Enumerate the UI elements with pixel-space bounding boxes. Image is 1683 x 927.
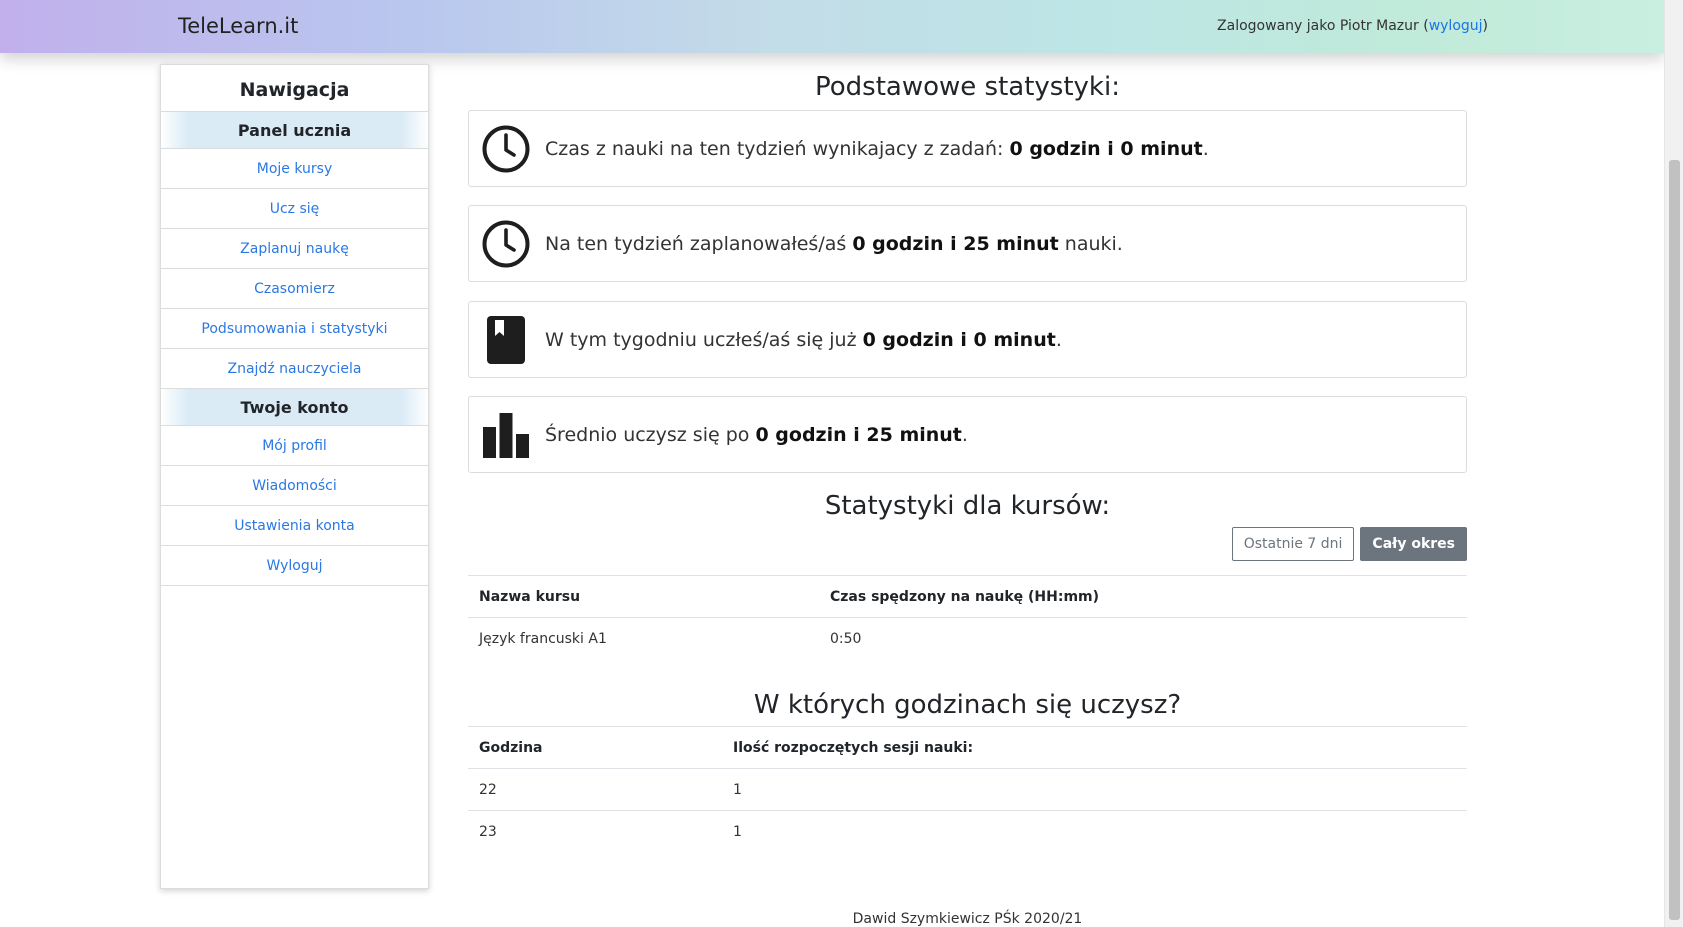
stat-text: Średnio uczysz się po 0 godzin i 25 minu… bbox=[545, 424, 968, 446]
stat-card-weekly-planned-time: Na ten tydzień zaplanowałeś/aś 0 godzin … bbox=[468, 205, 1467, 282]
stat-text-prefix: W tym tygodniu uczłeś/aś się już bbox=[545, 329, 863, 351]
stat-value: 0 godzin i 25 minut bbox=[755, 424, 962, 446]
stat-card-average-time: Średnio uczysz się po 0 godzin i 25 minu… bbox=[468, 396, 1467, 473]
bar-chart-icon bbox=[483, 413, 529, 458]
sidebar-section-account: Twoje konto bbox=[161, 389, 428, 426]
sidebar-item-find-teacher[interactable]: Znajdź nauczyciela bbox=[161, 349, 428, 389]
sidebar-item-my-profile[interactable]: Mój profil bbox=[161, 426, 428, 466]
sidebar-section-student: Panel ucznia bbox=[161, 112, 428, 149]
table-row: 23 1 bbox=[468, 811, 1467, 853]
stat-text: W tym tygodniu uczłeś/aś się już 0 godzi… bbox=[545, 329, 1062, 351]
table-cell: 23 bbox=[479, 823, 497, 840]
table-cell: Język francuski A1 bbox=[479, 630, 607, 647]
sidebar-item-my-courses[interactable]: Moje kursy bbox=[161, 149, 428, 189]
stat-value: 0 godzin i 0 minut bbox=[862, 329, 1056, 351]
basic-stats-heading: Podstawowe statystyki: bbox=[815, 72, 1120, 102]
sidebar-item-messages[interactable]: Wiadomości bbox=[161, 466, 428, 506]
footer-text: Dawid Szymkiewicz PŚk 2020/21 bbox=[852, 911, 1083, 927]
clock-icon bbox=[482, 125, 530, 173]
table-cell: 1 bbox=[722, 768, 1467, 811]
sidebar-item-summaries-stats[interactable]: Podsumowania i statystyki bbox=[161, 309, 428, 349]
table-row: Język francuski A1 0:50 bbox=[468, 618, 1467, 660]
stat-card-weekly-learned-time: W tym tygodniu uczłeś/aś się już 0 godzi… bbox=[468, 301, 1467, 378]
logout-link[interactable]: wyloguj bbox=[1429, 18, 1483, 34]
logged-in-info: Zalogowany jako Piotr Mazur (wyloguj) bbox=[1217, 18, 1488, 34]
column-header: Czas spędzony na naukę (HH:mm) bbox=[819, 575, 1467, 618]
stat-value: 0 godzin i 0 minut bbox=[1009, 138, 1203, 160]
stat-text: Na ten tydzień zaplanowałeś/aś 0 godzin … bbox=[545, 233, 1123, 255]
page: TeleLearn.it Zalogowany jako Piotr Mazur… bbox=[0, 0, 1683, 927]
sidebar-item-account-settings[interactable]: Ustawienia konta bbox=[161, 506, 428, 546]
stat-text-prefix: Czas z nauki na ten tydzień wynikajacy z… bbox=[545, 138, 1010, 160]
stat-text-suffix: . bbox=[1055, 329, 1062, 351]
top-navbar: TeleLearn.it Zalogowany jako Piotr Mazur… bbox=[0, 0, 1664, 53]
column-header: Ilość rozpoczętych sesji nauki: bbox=[722, 726, 1467, 769]
sidebar-navigation: Nawigacja Panel ucznia Moje kursy Ucz si… bbox=[160, 64, 429, 889]
logged-in-text: Zalogowany jako Piotr Mazur ( bbox=[1217, 18, 1429, 34]
table-cell: 0:50 bbox=[830, 630, 862, 647]
whole-period-button[interactable]: Cały okres bbox=[1360, 527, 1467, 561]
table-header-row: Nazwa kursu Czas spędzony na naukę (HH:m… bbox=[468, 575, 1467, 618]
period-filter: Ostatnie 7 dni Cały okres bbox=[1226, 527, 1467, 561]
column-header: Godzina bbox=[468, 726, 722, 769]
vertical-scrollbar[interactable] bbox=[1664, 0, 1683, 927]
table-header-row: Godzina Ilość rozpoczętych sesji nauki: bbox=[468, 726, 1467, 769]
stat-text-suffix: nauki. bbox=[1058, 233, 1123, 255]
course-stats-table: Nazwa kursu Czas spędzony na naukę (HH:m… bbox=[468, 575, 1467, 660]
sidebar-title: Nawigacja bbox=[161, 65, 428, 112]
stat-text: Czas z nauki na ten tydzień wynikajacy z… bbox=[545, 138, 1209, 160]
hours-stats-table: Godzina Ilość rozpoczętych sesji nauki: … bbox=[468, 726, 1467, 853]
stat-text-suffix: . bbox=[1202, 138, 1209, 160]
last-7-days-button[interactable]: Ostatnie 7 dni bbox=[1231, 527, 1355, 561]
bookmark-book-icon bbox=[487, 316, 525, 364]
sidebar-item-timer[interactable]: Czasomierz bbox=[161, 269, 428, 309]
hours-stats-heading: W których godzinach się uczysz? bbox=[753, 690, 1182, 720]
sidebar-item-logout[interactable]: Wyloguj bbox=[161, 546, 428, 586]
course-stats-heading: Statystyki dla kursów: bbox=[824, 491, 1111, 521]
sidebar-item-learn[interactable]: Ucz się bbox=[161, 189, 428, 229]
table-cell: 1 bbox=[733, 823, 742, 840]
column-header: Nazwa kursu bbox=[468, 575, 819, 618]
brand-logo[interactable]: TeleLearn.it bbox=[178, 14, 298, 38]
table-cell: 22 bbox=[468, 768, 722, 811]
stat-text-prefix: Średnio uczysz się po bbox=[545, 424, 756, 446]
stat-text-suffix: . bbox=[961, 424, 968, 446]
stat-text-prefix: Na ten tydzień zaplanowałeś/aś bbox=[545, 233, 853, 255]
sidebar-item-plan-learning[interactable]: Zaplanuj naukę bbox=[161, 229, 428, 269]
stat-card-weekly-task-time: Czas z nauki na ten tydzień wynikajacy z… bbox=[468, 110, 1467, 187]
scrollbar-thumb[interactable] bbox=[1669, 160, 1680, 920]
table-row: 22 1 bbox=[468, 768, 1467, 811]
clock-icon bbox=[482, 220, 530, 268]
logged-in-suffix: ) bbox=[1482, 18, 1488, 34]
stat-value: 0 godzin i 25 minut bbox=[852, 233, 1059, 255]
